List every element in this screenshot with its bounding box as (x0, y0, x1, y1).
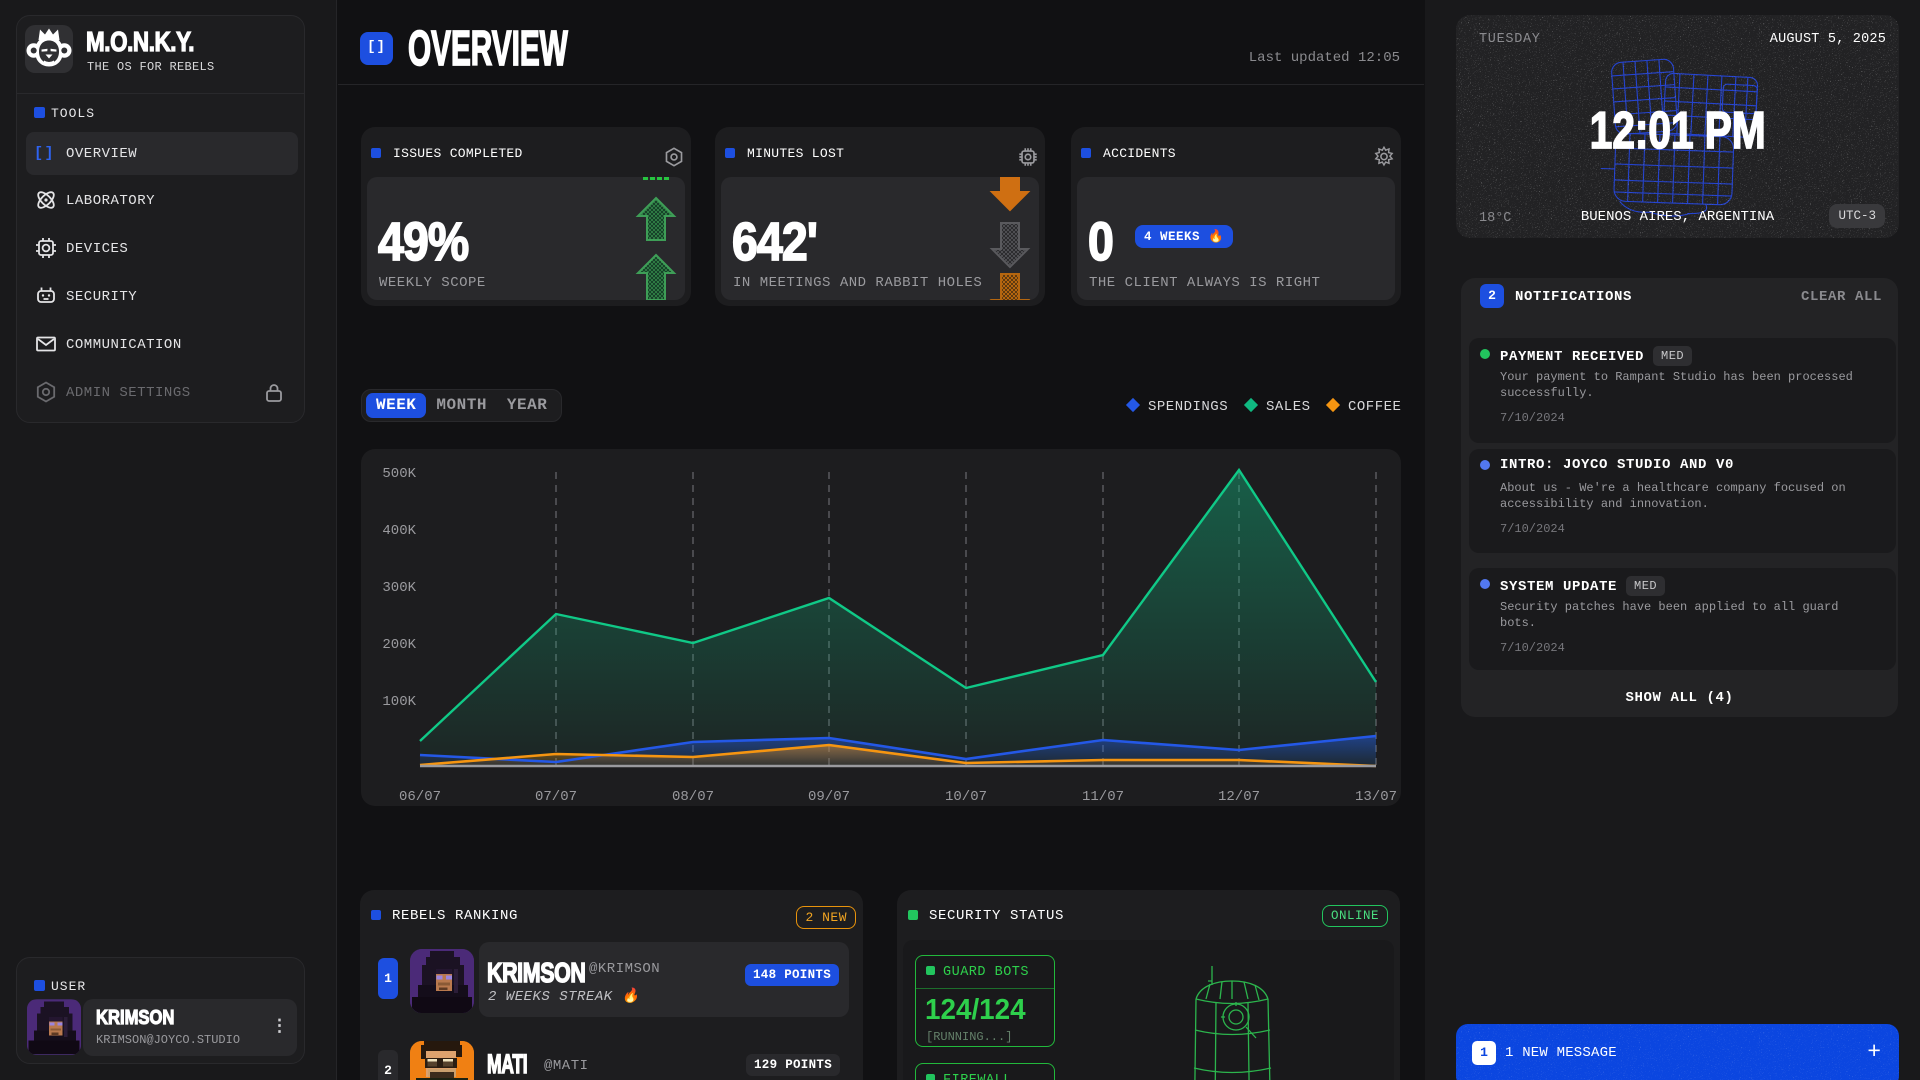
svg-text:06/07: 06/07 (399, 789, 441, 805)
svg-text:500K: 500K (382, 466, 416, 482)
svg-text:400K: 400K (382, 523, 416, 539)
svg-text:12/07: 12/07 (1218, 789, 1260, 805)
svg-text:11/07: 11/07 (1082, 789, 1124, 805)
svg-text:09/07: 09/07 (808, 789, 850, 805)
svg-text:07/07: 07/07 (535, 789, 577, 805)
svg-text:13/07: 13/07 (1355, 789, 1397, 805)
svg-text:300K: 300K (382, 580, 416, 596)
svg-text:10/07: 10/07 (945, 789, 987, 805)
svg-text:200K: 200K (382, 637, 416, 653)
svg-text:08/07: 08/07 (672, 789, 714, 805)
svg-text:100K: 100K (382, 694, 416, 710)
